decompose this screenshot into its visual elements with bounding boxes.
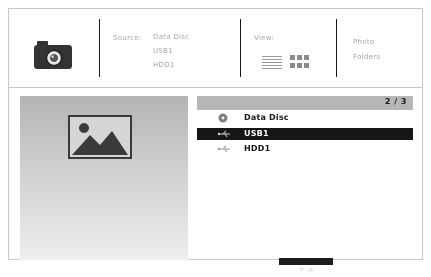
list-item-label: USB1 — [244, 129, 269, 138]
usb-icon — [217, 145, 230, 153]
usb-icon — [217, 130, 230, 138]
header-divider — [99, 19, 100, 77]
list-view-icon[interactable] — [262, 55, 282, 69]
scroll-indicator[interactable] — [279, 258, 333, 272]
list-item-usb1[interactable]: USB1 — [197, 128, 413, 140]
list-item-hdd1[interactable]: HDD1 — [197, 143, 413, 155]
photo-placeholder-icon — [68, 115, 132, 159]
header-divider — [336, 19, 337, 77]
media-type-photo[interactable]: Photo — [353, 35, 374, 49]
page-indicator: 2 / 3 — [384, 97, 407, 106]
source-label: Source: — [113, 34, 142, 42]
camera-icon — [34, 41, 72, 69]
list-header-bar: 2 / 3 — [197, 96, 413, 110]
view-label: View: — [254, 34, 275, 42]
source-option-hdd1[interactable]: HDD1 — [153, 58, 175, 72]
media-type-folders[interactable]: Folders — [353, 50, 380, 64]
source-option-usb1[interactable]: USB1 — [153, 44, 173, 58]
scroll-arrows-icon — [298, 267, 314, 272]
grid-view-icon[interactable] — [290, 55, 310, 69]
list-item-label: Data Disc — [244, 113, 289, 122]
list-item-data-disc[interactable]: Data Disc — [197, 112, 413, 124]
header-divider — [240, 19, 241, 77]
source-option-data-disc[interactable]: Data Disc — [153, 30, 189, 44]
header-panel: Source: Data Disc USB1 HDD1 View: Photo … — [8, 8, 423, 88]
list-item-label: HDD1 — [244, 144, 271, 153]
disc-icon — [218, 113, 228, 123]
